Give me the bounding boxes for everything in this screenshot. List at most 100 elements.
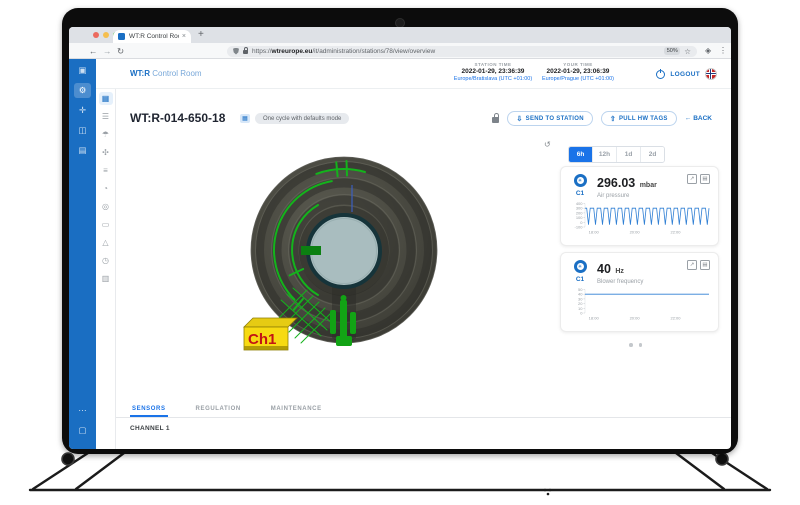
your-timezone-link[interactable]: Europe/Prague (UTC +01:00) [518,76,638,82]
sidebar-item-package[interactable]: ▭ [99,218,113,231]
url-domain: wtreurope.eu [272,48,313,55]
sidebar-item-documents[interactable]: ▤ [74,143,91,158]
https-lock-icon[interactable] [243,50,248,54]
carousel-dots[interactable] [629,343,642,347]
range-button-6h[interactable]: 6h [569,147,592,162]
window-close-button[interactable] [93,32,99,38]
pull-hw-tags-button[interactable]: ⇧PULL HW TAGS [601,111,677,126]
open-in-new-icon[interactable]: ↗ [687,174,697,184]
tab-favicon [118,33,125,40]
your-time-block: YOUR TIME 2022-01-29, 23:06:39 Europe/Pr… [518,62,638,82]
tab-close-icon[interactable]: × [182,33,186,40]
tab-title: WT:R Control Room [129,33,179,40]
tab-maintenance[interactable]: MAINTENANCE [269,401,324,417]
open-in-new-icon[interactable]: ↗ [687,260,697,270]
sidebar-item-overview[interactable]: ▦ [99,92,113,105]
svg-text:-100: -100 [574,225,583,230]
browser-tab[interactable]: WT:R Control Room × [113,30,191,43]
device-3d-view[interactable]: Ch1 [229,140,549,365]
history-icon[interactable]: ↺ [544,140,551,149]
app-brand: WT:R Control Room [130,69,202,78]
svg-text:22:00: 22:00 [671,316,682,321]
logout-button[interactable]: LOGOUT [670,71,700,78]
svg-text:18:00: 18:00 [589,316,600,321]
tab-sensors[interactable]: SENSORS [130,401,168,417]
back-button[interactable]: ←BACK [685,115,712,122]
sidebar-item-history[interactable]: ◷ [99,254,113,267]
fan-icon: ✳ [574,174,587,187]
window-minimize-button[interactable] [103,32,109,38]
sidebar-item-archive[interactable]: ▥ [99,272,113,285]
primary-sidebar: ▣⚙✛◫▤⋯▢ [69,59,96,449]
url-scheme: https:// [252,48,272,55]
svg-text:22:00: 22:00 [671,230,682,235]
channel-1-marker[interactable]: Ch1 [244,318,297,350]
back-arrow-icon: ← [685,115,692,122]
svg-text:18:00: 18:00 [589,230,600,235]
screen: WT:R Control Room × + ← → ↻ https://wtre… [69,27,731,449]
forward-nav-icon[interactable]: → [103,46,112,56]
sidebar-item-links[interactable]: ✛ [74,103,91,118]
station-config-icon[interactable]: ▦ [240,114,250,123]
url-text: https://wtreurope.eu/it/administration/s… [252,48,660,55]
metric-value: 296.03 [597,176,635,190]
page-background: WT:R Control Room × + ← → ↻ https://wtre… [0,0,800,505]
chart-grid-icon[interactable]: ▤ [700,174,710,184]
app-header: WT:R Control Room STATION TIME 2022-01-2… [96,59,731,89]
bookmark-star-icon[interactable]: ☆ [684,47,691,56]
svg-text:20:00: 20:00 [630,316,641,321]
channel-marker-label: Ch1 [248,331,276,348]
range-button-1d[interactable]: 1d [616,147,640,162]
new-tab-button[interactable]: + [198,29,204,40]
sidebar-item-display[interactable]: ▢ [74,423,91,438]
secondary-sidebar: ▦ ☰ ☂ ✣ ≡ ◔ ◎ ▭ △ ◷ ▥ [96,89,116,449]
extensions-icon[interactable]: ◈ [705,46,711,55]
tab-regulation[interactable]: REGULATION [194,401,243,417]
sidebar-item-more[interactable]: ⋯ [74,403,91,418]
back-nav-icon[interactable]: ← [89,46,98,56]
pull-icon: ⇧ [610,115,616,123]
page-zoom-chip[interactable]: 50% [664,47,680,55]
sidebar-item-sliders[interactable]: ≡ [99,164,113,177]
site-info-shield-icon[interactable] [233,48,239,55]
range-button-2d[interactable]: 2d [640,147,664,162]
primary-sidebar-bottom: ⋯▢ [69,399,96,443]
send-to-station-button[interactable]: ⇩SEND TO STATION [507,111,592,126]
browser-toolbar: ← → ↻ https://wtreurope.eu/it/administra… [69,43,731,59]
send-icon: ⇩ [516,115,522,123]
sidebar-item-gauge[interactable]: ◔ [99,182,113,195]
metric-unit: mbar [640,182,657,189]
section-tabs: SENSORS REGULATION MAINTENANCE [116,401,731,418]
your-time-label: YOUR TIME [518,62,638,67]
sidebar-item-dashboard[interactable]: ▣ [74,63,91,78]
sidebar-item-fan[interactable]: ✣ [99,146,113,159]
reload-icon[interactable]: ↻ [117,46,124,57]
svg-text:0: 0 [580,311,583,316]
mode-badge: One cycle with defaults mode [255,113,349,124]
sidebar-item-vector[interactable]: △ [99,236,113,249]
svg-text:20:00: 20:00 [630,230,641,235]
monitor-frame: WT:R Control Room × + ← → ↻ https://wtre… [62,8,738,454]
sidebar-item-list[interactable]: ☰ [99,110,113,123]
metric-card: ✳C1296.03 mbarAir pressure↗▤400300200100… [560,166,719,246]
url-path: /it/administration/stations/78/view/over… [312,48,435,55]
lock-icon [492,117,499,123]
fan-icon: ✳ [574,260,587,273]
range-button-12h[interactable]: 12h [592,147,616,162]
browser-menu-icon[interactable]: ⋮ [719,46,727,55]
sidebar-item-light[interactable]: ◎ [99,200,113,213]
metric-name: Air pressure [597,193,687,199]
channel-label: C1 [569,190,591,197]
sidebar-item-climate[interactable]: ☂ [99,128,113,141]
chart-grid-icon[interactable]: ▤ [700,260,710,270]
metric-chart: 4003002001000-10018:0020:0022:00 [569,201,712,235]
sidebar-item-control[interactable]: ⚙ [74,83,91,98]
metric-value: 40 [597,262,611,276]
page-title: WT:R-014-650-18 [130,111,225,125]
time-range-selector: 6h12h1d2d [568,146,665,163]
metric-card: ✳C140 HzBlower frequency↗▤5040302010018:… [560,252,719,332]
sidebar-item-media[interactable]: ◫ [74,123,91,138]
url-bar[interactable]: https://wtreurope.eu/it/administration/s… [227,46,697,57]
channel-label: C1 [569,276,591,283]
language-flag-icon[interactable] [705,68,717,80]
